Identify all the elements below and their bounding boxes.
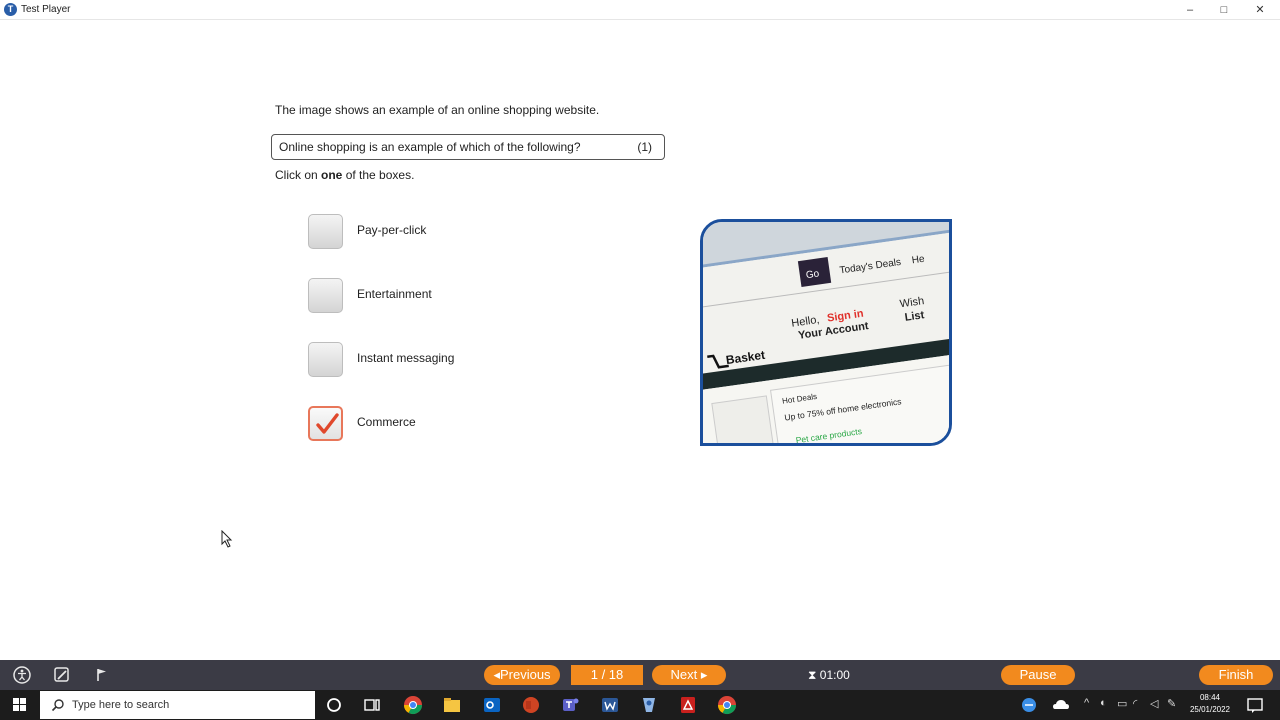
option-label: Entertainment bbox=[357, 287, 432, 301]
file-explorer-icon[interactable] bbox=[442, 695, 462, 715]
onedrive-icon[interactable] bbox=[1052, 697, 1070, 713]
weather-icon[interactable] bbox=[1020, 696, 1038, 714]
option-label: Pay-per-click bbox=[357, 223, 427, 237]
search-icon bbox=[51, 699, 64, 712]
page-indicator: 1 / 18 bbox=[571, 665, 643, 685]
option-label: Instant messaging bbox=[357, 351, 455, 365]
timer-value: 01:00 bbox=[819, 668, 850, 682]
instruction-post: of the boxes. bbox=[342, 168, 415, 182]
battery-icon[interactable]: ▭ bbox=[1117, 697, 1127, 710]
windows-logo-icon bbox=[13, 698, 26, 711]
task-view-icon[interactable] bbox=[362, 695, 382, 715]
title-bar: T Test Player – □ ✕ bbox=[0, 0, 1280, 20]
cortana-icon[interactable] bbox=[324, 695, 344, 715]
option-commerce[interactable]: Commerce bbox=[308, 406, 528, 442]
acrobat-icon[interactable] bbox=[678, 695, 698, 715]
timer: ⧗ 01:00 bbox=[808, 665, 850, 685]
option-instant-messaging[interactable]: Instant messaging bbox=[308, 342, 528, 378]
close-button[interactable]: ✕ bbox=[1246, 2, 1274, 18]
chevron-up-icon[interactable]: ^ bbox=[1084, 697, 1089, 709]
option-checkbox[interactable] bbox=[308, 342, 343, 377]
minimize-button[interactable]: – bbox=[1176, 2, 1204, 18]
test-player-app-icon: T bbox=[4, 3, 17, 16]
option-checkbox[interactable] bbox=[308, 278, 343, 313]
notifications-icon[interactable] bbox=[1246, 696, 1264, 714]
windows-taskbar: Type here to search ^ ◐ ▭ ◜ ◁ ✎ 08:44 25… bbox=[0, 690, 1280, 720]
taskbar-clock[interactable]: 08:44 25/01/2022 bbox=[1186, 692, 1234, 716]
option-checkbox[interactable] bbox=[308, 214, 343, 249]
question-box: Online shopping is an example of which o… bbox=[271, 134, 665, 160]
teams-icon[interactable] bbox=[560, 695, 580, 715]
go-button-text: Go bbox=[805, 268, 820, 281]
maximize-button[interactable]: □ bbox=[1210, 2, 1238, 18]
pause-button[interactable]: Pause bbox=[1001, 665, 1075, 685]
option-pay-per-click[interactable]: Pay-per-click bbox=[308, 214, 528, 250]
outlook-icon[interactable] bbox=[482, 695, 502, 715]
chrome-icon[interactable] bbox=[717, 695, 737, 715]
help-text: He bbox=[911, 254, 926, 267]
next-arrow-icon: ▸ bbox=[700, 667, 708, 682]
question-marks: (1) bbox=[637, 140, 652, 154]
review-icon[interactable] bbox=[52, 665, 72, 685]
taskbar-search-box[interactable]: Type here to search bbox=[40, 691, 315, 719]
option-entertainment[interactable]: Entertainment bbox=[308, 278, 528, 314]
mouse-cursor-icon bbox=[221, 530, 233, 548]
next-label: Next bbox=[670, 667, 698, 682]
test-player-icon[interactable] bbox=[639, 695, 659, 715]
chrome-icon[interactable] bbox=[403, 695, 423, 715]
shopping-site-illustration: Go Today's Deals He Hello, Sign in Your … bbox=[703, 222, 949, 443]
question-stem: The image shows an example of an online … bbox=[275, 103, 600, 117]
question-text: Online shopping is an example of which o… bbox=[279, 140, 581, 154]
option-label: Commerce bbox=[357, 415, 416, 429]
search-placeholder: Type here to search bbox=[72, 699, 170, 711]
shopping-website-image: Go Today's Deals He Hello, Sign in Your … bbox=[700, 219, 952, 446]
finish-button[interactable]: Finish bbox=[1199, 665, 1273, 685]
accessibility-icon[interactable] bbox=[12, 665, 32, 685]
option-checkbox-checked[interactable] bbox=[308, 406, 343, 441]
player-toolbar: ◂Previous 1 / 18 Next ▸ ⧗ 01:00 Pause Fi… bbox=[0, 660, 1280, 690]
pen-icon[interactable]: ✎ bbox=[1167, 697, 1176, 710]
wifi-icon[interactable]: ◜ bbox=[1133, 697, 1137, 710]
previous-label: Previous bbox=[499, 667, 551, 682]
clock-date: 25/01/2022 bbox=[1189, 705, 1231, 714]
checkmark-icon bbox=[316, 413, 339, 434]
instruction-bold: one bbox=[321, 168, 343, 182]
previous-button[interactable]: ◂Previous bbox=[484, 665, 560, 685]
powerpoint-icon[interactable] bbox=[521, 695, 541, 715]
window-title: Test Player bbox=[21, 4, 71, 15]
network-icon[interactable]: ◐ bbox=[1100, 697, 1107, 709]
clock-time: 08:44 bbox=[1199, 693, 1221, 702]
instruction: Click on one of the boxes. bbox=[275, 168, 414, 182]
volume-icon[interactable]: ◁ bbox=[1150, 697, 1158, 710]
flag-icon[interactable] bbox=[92, 665, 112, 685]
next-button[interactable]: Next ▸ bbox=[652, 665, 726, 685]
windows-start-button[interactable] bbox=[0, 690, 40, 720]
word-icon[interactable] bbox=[600, 695, 620, 715]
hourglass-icon: ⧗ bbox=[808, 668, 817, 682]
instruction-pre: Click on bbox=[275, 168, 322, 182]
